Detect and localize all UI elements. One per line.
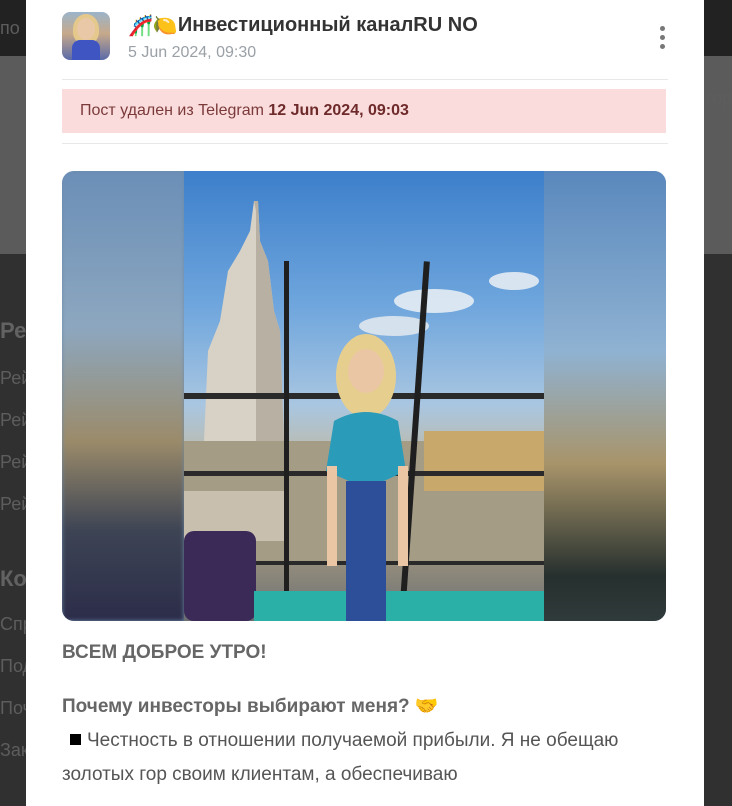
post-modal: 🎢🍋Инвестиционный каналRU NO 5 Jun 2024, … <box>26 0 704 806</box>
photo-illustration <box>184 201 544 621</box>
channel-emoji: 🎢🍋 <box>128 14 178 37</box>
backdrop-text: гор <box>706 88 732 108</box>
channel-name: Инвестиционный каналRU NO <box>177 14 478 36</box>
black-square-icon <box>70 734 81 746</box>
post-question: Почему инвесторы выбирают меня? 🤝 <box>62 696 439 717</box>
channel-title[interactable]: 🎢🍋Инвестиционный каналRU NO <box>128 12 478 38</box>
post-photo[interactable] <box>62 171 666 621</box>
backdrop-text: по <box>0 18 20 38</box>
backdrop-link: Зак <box>0 740 29 760</box>
deleted-notice-text: Пост удален из Telegram <box>80 102 264 119</box>
photo-blur-left <box>62 171 184 621</box>
deleted-notice-date: 12 Jun 2024, 09:03 <box>268 102 409 119</box>
post-text: ВСЕМ ДОБРОЕ УТРО! Почему инвесторы выбир… <box>62 636 668 792</box>
post-date: 5 Jun 2024, 09:30 <box>128 44 257 61</box>
divider <box>62 143 668 144</box>
deleted-notice: Пост удален из Telegram 12 Jun 2024, 09:… <box>62 89 666 133</box>
photo-image <box>184 171 544 621</box>
divider <box>62 79 668 80</box>
post-header: 🎢🍋Инвестиционный каналRU NO 5 Jun 2024, … <box>62 12 668 68</box>
post-paragraph-text: Честность в отношении получаемой прибыли… <box>62 730 619 785</box>
channel-avatar[interactable] <box>62 12 110 60</box>
post-greeting: ВСЕМ ДОБРОЕ УТРО! <box>62 642 267 663</box>
post-paragraph: Честность в отношении получаемой прибыли… <box>62 724 668 792</box>
photo-blur-right <box>544 171 666 621</box>
more-vertical-icon[interactable] <box>656 26 668 52</box>
